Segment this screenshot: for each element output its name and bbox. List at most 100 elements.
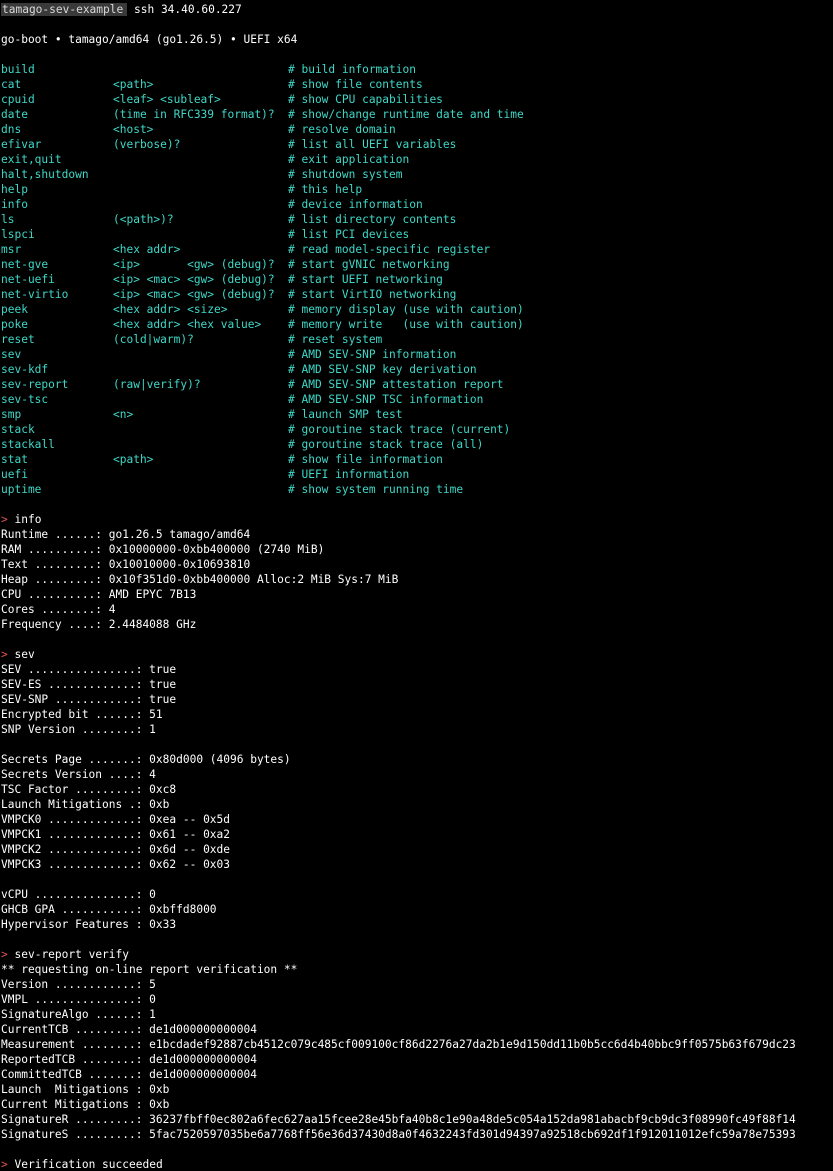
help-description: # memory write (use with caution) [288,318,524,331]
help-description: # goroutine stack trace (all) [288,438,484,451]
verification-result: Verification succeeded [14,1158,163,1171]
help-command: stack [1,423,35,436]
help-command: lspci [1,228,35,241]
help-command: halt,shutdown [1,168,89,181]
help-description: # build information [288,63,416,76]
report-line: Version ............: 5 [1,978,156,991]
report-line: VMPL ...............: 0 [1,993,156,1006]
help-command: cpuid [1,93,35,106]
help-command: peek [1,303,28,316]
help-args: <leaf> <subleaf> [113,93,221,106]
help-command: reset [1,333,35,346]
session-badge: tamago-sev-example [1,3,128,16]
help-row: net-uefi <ip> <mac> <gw> (debug)? # start … [1,272,831,287]
help-args: <host> [113,123,154,136]
help-description: # list PCI devices [288,228,410,241]
sev-line: Hypervisor Features : 0x33 [1,918,177,931]
help-description: # reset system [288,333,383,346]
sev-line: SNP Version ........: 1 [1,723,156,736]
help-row: sev-report (raw|verify)? # AMD SEV-SNP att… [1,377,831,392]
help-row: halt,shutdown # shutdown system [1,167,831,182]
help-row: poke <hex addr> <hex value> # memory write… [1,317,831,332]
help-row: uefi # UEFI information [1,467,831,482]
help-command: uptime [1,483,42,496]
help-command: stat [1,453,28,466]
help-args: <path> [113,453,154,466]
help-description: # AMD SEV-SNP TSC information [288,393,484,406]
sev-line: SEV ................: true [1,663,177,676]
report-line: SignatureAlgo ......: 1 [1,1008,156,1021]
help-description: # show file contents [288,78,423,91]
help-description: # AMD SEV-SNP key derivation [288,363,477,376]
sev-line: Secrets Version ....: 4 [1,768,156,781]
info-line: RAM ..........: 0x10000000-0xbb400000 (2… [1,543,325,556]
help-command: ls [1,213,15,226]
help-row: cpuid <leaf> <subleaf> # show CPU capabili… [1,92,831,107]
help-row: help # this help [1,182,831,197]
help-row: build # build information [1,62,831,77]
terminal-window[interactable]: tamago-sev-example ssh 34.40.60.227 go-b… [0,0,833,1171]
help-args: (verbose)? [113,138,181,151]
help-args: <hex addr> [113,243,181,256]
help-command: sev-tsc [1,393,49,406]
prompt-symbol: > [1,948,8,961]
report-line: Launch Mitigations : 0xb [1,1083,170,1096]
sev-line: Launch Mitigations .: 0xb [1,798,170,811]
report-line: ReportedTCB ........: de1d000000000004 [1,1053,257,1066]
report-line: ** requesting on-line report verificatio… [1,963,298,976]
sev-line: vCPU ...............: 0 [1,888,156,901]
help-row: uptime # show system running time [1,482,831,497]
help-command: dns [1,123,22,136]
info-line: Runtime ......: go1.26.5 tamago/amd64 [1,528,251,541]
help-row: sev # AMD SEV-SNP information [1,347,831,362]
help-row: stack # goroutine stack trace (current) [1,422,831,437]
help-row: lspci # list PCI devices [1,227,831,242]
help-command: build [1,63,35,76]
help-row: sev-kdf # AMD SEV-SNP key derivation [1,362,831,377]
help-row: efivar (verbose)? # list all UEFI variable… [1,137,831,152]
help-args: <ip> <gw> (debug)? [113,258,275,271]
help-command: sev-report [1,378,69,391]
sev-line: Secrets Page .......: 0x80d000 (4096 byt… [1,753,291,766]
help-row: cat <path> # show file contents [1,77,831,92]
boot-banner: go-boot • tamago/amd64 (go1.26.5) • UEFI… [1,33,298,46]
help-description: # show system running time [288,483,464,496]
help-command: stackall [1,438,55,451]
help-description: # list directory contents [288,213,457,226]
prompt-line-sev-report: > sev-report verify [1,947,129,962]
help-row: reset (cold|warm)? # reset system [1,332,831,347]
help-command: info [1,198,28,211]
help-args: (raw|verify)? [113,378,201,391]
help-command: net-virtio [1,288,69,301]
help-args: <ip> <mac> <gw> (debug)? [113,288,275,301]
ssh-command: ssh 34.40.60.227 [134,3,242,16]
help-args: <n> [113,408,134,421]
entered-command: info [14,513,42,526]
help-description: # start UEFI networking [288,273,443,286]
help-args: (cold|warm)? [113,333,194,346]
sev-line: TSC Factor .........: 0xc8 [1,783,177,796]
help-description: # goroutine stack trace (current) [288,423,511,436]
prompt-symbol: > [1,648,8,661]
sev-line: Encrypted bit ......: 51 [1,708,163,721]
help-description: # start VirtIO networking [288,288,457,301]
sev-line: SEV-ES .............: true [1,678,177,691]
help-command: smp [1,408,22,421]
help-command: net-gve [1,258,49,271]
sev-line: VMPCK0 .............: 0xea -- 0x5d [1,813,231,826]
report-line: SignatureS .........: 5fac7520597035be6a… [1,1128,796,1141]
help-description: # shutdown system [288,168,403,181]
prompt-symbol: > [1,513,8,526]
terminal-title-line: tamago-sev-example ssh 34.40.60.227 [1,2,242,17]
help-args: <ip> <mac> <gw> (debug)? [113,273,275,286]
report-line: CurrentTCB .........: de1d000000000004 [1,1023,257,1036]
help-args: <hex addr> <size> [113,303,228,316]
help-row: sev-tsc # AMD SEV-SNP TSC information [1,392,831,407]
help-command: net-uefi [1,273,55,286]
help-command: efivar [1,138,42,151]
help-row: exit,quit # exit application [1,152,831,167]
help-description: # this help [288,183,363,196]
help-row: date (time in RFC339 format)? # show/chang… [1,107,831,122]
help-description: # exit application [288,153,410,166]
prompt-symbol: > [1,1158,8,1171]
